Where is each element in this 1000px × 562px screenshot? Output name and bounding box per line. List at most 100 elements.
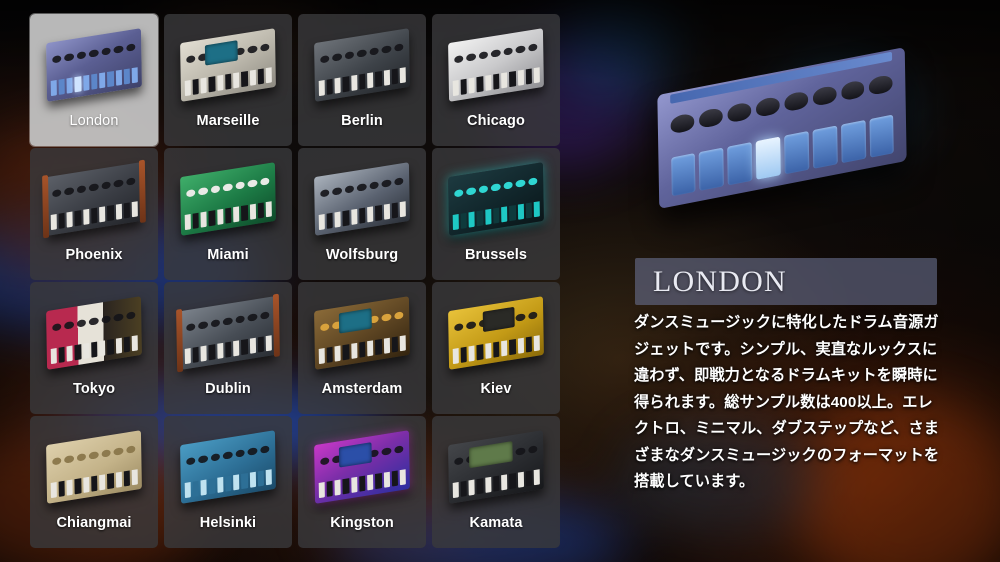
device-illustration [46,28,142,102]
gadget-device-image [30,424,158,510]
device-key-row [318,469,407,499]
gadget-device-image [164,424,292,510]
device-illustration [314,162,410,236]
gadget-device-image [298,290,426,376]
gadget-device-image [164,290,292,376]
gadget-tile-tokyo[interactable]: Tokyo [30,282,158,414]
device-illustration [180,430,276,504]
device-knob-row [320,171,404,204]
device-illustration [46,296,142,370]
device-key-row [452,201,541,231]
device-knob-row [186,439,270,472]
preview-display-strip [669,51,893,105]
gadget-device-image [164,22,292,108]
gadget-device-image [432,290,560,376]
device-key-row [50,201,139,231]
gadget-device-image [298,424,426,510]
gadget-tile-marseille[interactable]: Marseille [164,14,292,146]
device-illustration [448,162,544,236]
gadget-tile-label: Chiangmai [56,515,132,531]
device-illustration [448,28,544,102]
detail-title-bar: LONDON [635,258,937,305]
preview-pad-row [670,114,895,197]
gadget-tile-phoenix[interactable]: Phoenix [30,148,158,280]
device-illustration [180,28,276,102]
gadget-device-image [432,424,560,510]
gadget-tile-kiev[interactable]: Kiev [432,282,560,414]
gadget-tile-label: Chicago [467,113,525,129]
device-knob-row [52,37,136,70]
selected-gadget-preview [612,34,992,244]
gadget-tile-label: Kamata [469,515,523,531]
bokeh-teal-top [556,0,676,100]
gadget-tile-helsinki[interactable]: Helsinki [164,416,292,548]
gadget-tile-label: London [69,113,119,129]
device-illustration [314,430,410,504]
gadget-tile-label: Wolfsburg [325,247,399,263]
gadget-tile-chicago[interactable]: Chicago [432,14,560,146]
detail-description: ダンスミュージックに特化したドラム音源ガジェットです。シンプル、実直なルックスに… [634,314,940,490]
gadget-tile-london[interactable]: London [30,14,158,146]
gadget-device-image [30,290,158,376]
device-knob-row [320,37,404,70]
gadget-tile-brussels[interactable]: Brussels [432,148,560,280]
device-illustration [180,162,276,236]
device-key-row [50,469,139,499]
gadget-device-image [432,156,560,242]
gadget-tile-amsterdam[interactable]: Amsterdam [298,282,426,414]
gadget-device-image [432,22,560,108]
device-key-row [50,67,139,97]
gadget-tile-berlin[interactable]: Berlin [298,14,426,146]
gadget-tile-label: Kiev [480,381,512,397]
gadget-tile-label: Dublin [205,381,251,397]
device-key-row [184,67,273,97]
device-illustration [46,162,142,236]
gadget-tile-label: Amsterdam [321,381,403,397]
device-key-row [452,67,541,97]
gadget-tile-label: Brussels [464,247,528,263]
gadget-device-image [164,156,292,242]
device-illustration [180,296,276,370]
detail-title: LONDON [653,264,787,298]
device-knob-row [186,305,270,338]
gadget-device-image [298,156,426,242]
device-illustration [46,430,142,504]
device-key-row [50,335,139,365]
device-illustration [448,296,544,370]
gadget-selector-screen: London Marseille Berlin Chicago Phoenix Miami… [0,0,1000,562]
preview-device-image [657,47,907,209]
preview-knob-row [670,61,894,147]
gadget-tile-label: Miami [207,247,249,263]
gadget-tile-wolfsburg[interactable]: Wolfsburg [298,148,426,280]
gadget-device-image [30,156,158,242]
gadget-device-image [30,22,158,108]
bokeh-teal-right [770,52,920,162]
gadget-tile-kingston[interactable]: Kingston [298,416,426,548]
device-illustration [314,296,410,370]
device-key-row [184,201,273,231]
device-key-row [318,67,407,97]
device-key-row [184,469,273,499]
gadget-tile-label: Marseille [196,113,260,129]
device-knob-row [454,37,538,70]
device-illustration [314,28,410,102]
gadget-tile-dublin[interactable]: Dublin [164,282,292,414]
gadget-tile-label: Helsinki [199,515,257,531]
device-knob-row [52,171,136,204]
device-key-row [452,335,541,365]
gadget-tile-label: Phoenix [65,247,123,263]
device-key-row [452,469,541,499]
gadget-tile-label: Berlin [341,113,383,129]
device-knob-row [52,439,136,472]
device-knob-row [186,171,270,204]
gadget-tile-grid: London Marseille Berlin Chicago Phoenix Miami… [30,14,560,548]
gadget-tile-chiangmai[interactable]: Chiangmai [30,416,158,548]
device-key-row [318,335,407,365]
gadget-device-image [298,22,426,108]
device-knob-row [52,305,136,338]
gadget-tile-kamata[interactable]: Kamata [432,416,560,548]
device-key-row [184,335,273,365]
device-illustration [448,430,544,504]
gadget-tile-miami[interactable]: Miami [164,148,292,280]
device-key-row [318,201,407,231]
